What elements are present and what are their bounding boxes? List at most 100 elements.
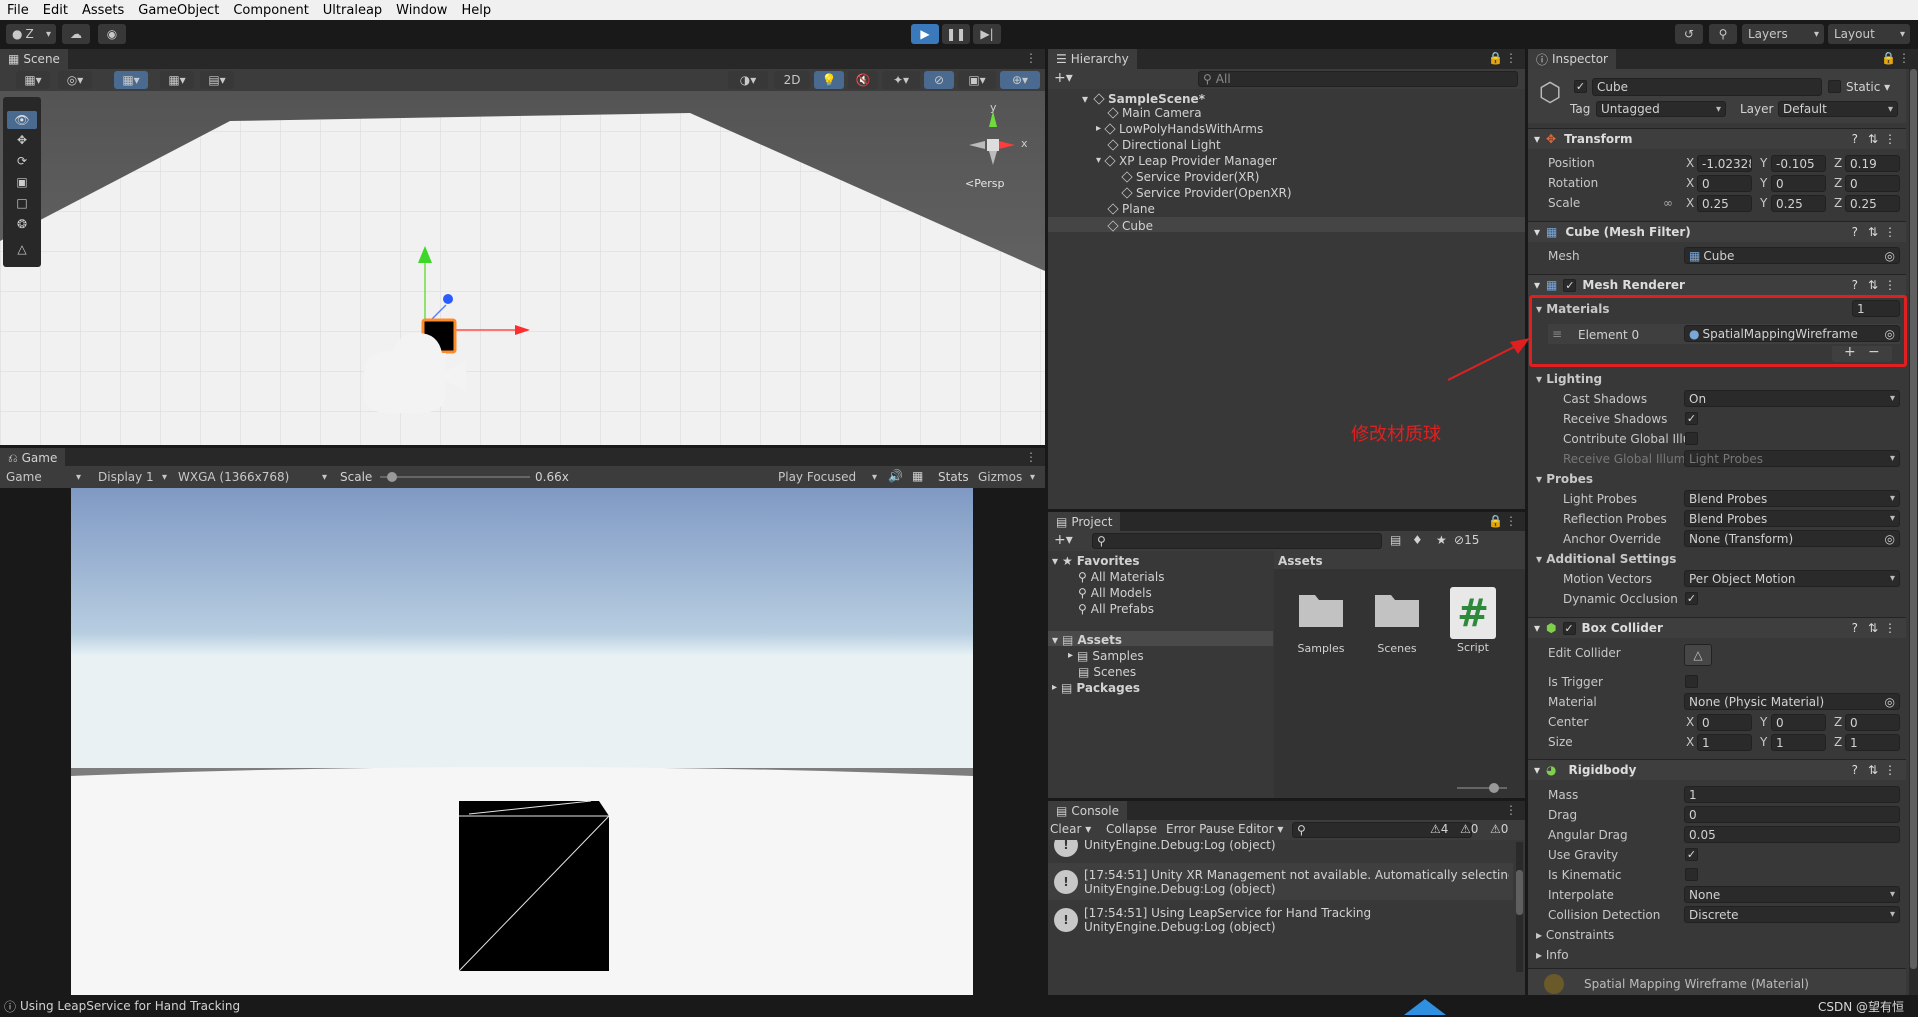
preset-icon[interactable]: ⇅ bbox=[1868, 225, 1878, 239]
help-icon[interactable]: ? bbox=[1852, 132, 1858, 146]
increment-icon[interactable]: ▤▾ bbox=[200, 71, 234, 89]
hierarchy-item[interactable]: Service Provider(OpenXR) bbox=[1121, 186, 1292, 200]
stats-button[interactable]: Stats bbox=[938, 470, 969, 484]
console-entry[interactable]: ! UnityEngine.Debug:Log (object) bbox=[1048, 840, 1513, 863]
menu-gameobject[interactable]: GameObject bbox=[131, 3, 226, 18]
tab-game[interactable]: ⎌ Game bbox=[0, 448, 66, 468]
scale-slider-knob[interactable] bbox=[387, 472, 397, 482]
drag-handle-icon[interactable]: ≡ bbox=[1552, 327, 1562, 341]
grid-item-scenes[interactable]: Scenes bbox=[1370, 589, 1424, 655]
console-entry[interactable]: ! [17:54:51] Unity XR Management not ava… bbox=[1048, 863, 1513, 900]
preset-icon[interactable]: ⇅ bbox=[1868, 621, 1878, 635]
account-dropdown[interactable]: ● Z bbox=[6, 24, 56, 44]
reflection-probes-dropdown[interactable]: Blend Probes bbox=[1684, 510, 1900, 527]
filter-label-icon[interactable]: ♦ bbox=[1412, 533, 1423, 547]
grid-snap-icon[interactable]: ▦▾ bbox=[114, 71, 148, 89]
hierarchy-item[interactable]: Directional Light bbox=[1107, 138, 1221, 152]
add-element-button[interactable]: + bbox=[1844, 344, 1856, 360]
toggle-2d-button[interactable]: 2D bbox=[774, 71, 810, 89]
object-picker-icon[interactable]: ◎ bbox=[1885, 327, 1895, 341]
preset-icon[interactable]: ⇅ bbox=[1868, 763, 1878, 777]
preset-icon[interactable]: ⇅ bbox=[1868, 278, 1878, 292]
asset-subfolder[interactable]: ▤ Scenes bbox=[1078, 665, 1136, 679]
hierarchy-item[interactable]: Service Provider(XR) bbox=[1121, 170, 1260, 184]
remove-element-button[interactable]: − bbox=[1868, 344, 1880, 360]
inspector-scrollbar[interactable] bbox=[1909, 69, 1918, 995]
angular-drag-input[interactable]: 0.05 bbox=[1684, 826, 1900, 843]
icon-size-slider[interactable] bbox=[1457, 783, 1507, 793]
inspector-kebab-icon[interactable]: ⋮ bbox=[1898, 51, 1910, 65]
light-probes-dropdown[interactable]: Blend Probes bbox=[1684, 490, 1900, 507]
help-icon[interactable]: ? bbox=[1852, 225, 1858, 239]
hierarchy-item[interactable]: ▾ XP Leap Provider Manager bbox=[1096, 154, 1277, 168]
mesh-filter-header[interactable]: ▾ ▦ Cube (Mesh Filter) ? ⇅ ⋮ bbox=[1528, 221, 1906, 242]
inspector-lock-icon[interactable]: 🔒 bbox=[1881, 51, 1896, 65]
contribute-gi-checkbox[interactable] bbox=[1685, 432, 1698, 445]
gizmos-icon[interactable]: ⊕▾ bbox=[1000, 71, 1040, 89]
is-trigger-checkbox[interactable] bbox=[1685, 675, 1698, 688]
icon-size-knob[interactable] bbox=[1489, 783, 1499, 793]
history-icon[interactable]: ↺ bbox=[1675, 24, 1703, 44]
tab-hierarchy[interactable]: ☰ Hierarchy bbox=[1048, 49, 1137, 69]
scale-tool-icon[interactable]: ▣ bbox=[7, 173, 37, 191]
lighting-foldout[interactable]: ▾ Lighting bbox=[1536, 372, 1602, 386]
hierarchy-kebab-icon[interactable]: ⋮ bbox=[1505, 51, 1517, 65]
lock-icon[interactable]: 🔒 bbox=[1488, 51, 1503, 65]
anchor-override-field[interactable]: None (Transform) ◎ bbox=[1684, 530, 1900, 547]
preset-icon[interactable]: ⇅ bbox=[1868, 132, 1878, 146]
rotation-x-input[interactable]: 0 bbox=[1697, 175, 1752, 192]
component-menu-icon[interactable]: ⋮ bbox=[1884, 763, 1896, 777]
tag-dropdown[interactable]: Untagged bbox=[1596, 101, 1726, 117]
favorite-item[interactable]: ⚲ All Materials bbox=[1078, 570, 1165, 584]
drag-input[interactable]: 0 bbox=[1684, 806, 1900, 823]
scale-slider[interactable] bbox=[380, 472, 530, 482]
size-y-input[interactable]: 1 bbox=[1771, 734, 1826, 751]
move-tool-icon[interactable]: ✥ bbox=[7, 131, 37, 149]
component-menu-icon[interactable]: ⋮ bbox=[1884, 278, 1896, 292]
rigidbody-header[interactable]: ▾ ◕ Rigidbody ? ⇅ ⋮ bbox=[1528, 759, 1906, 780]
position-z-input[interactable]: 0.19 bbox=[1845, 155, 1900, 172]
error-pause-button[interactable]: Error Pause bbox=[1166, 822, 1234, 836]
pause-button[interactable]: ❚❚ bbox=[942, 24, 970, 44]
center-y-input[interactable]: 0 bbox=[1771, 714, 1826, 731]
object-picker-icon[interactable]: ◎ bbox=[1885, 695, 1895, 709]
console-entry[interactable]: ! [17:54:51] Using LeapService for Hand … bbox=[1048, 901, 1513, 938]
stats-grid-icon[interactable]: ▦ bbox=[912, 469, 923, 483]
center-z-input[interactable]: 0 bbox=[1845, 714, 1900, 731]
active-checkbox[interactable]: ✓ bbox=[1574, 80, 1587, 93]
collider-material-field[interactable]: None (Physic Material) ◎ bbox=[1684, 693, 1900, 710]
custom-tool-icon[interactable]: △ bbox=[7, 240, 37, 258]
hidden-objects-icon[interactable]: ⊘ bbox=[924, 71, 954, 89]
persp-label[interactable]: <Persp bbox=[965, 177, 1004, 190]
star-icon[interactable]: ★ bbox=[1436, 533, 1447, 547]
transform-header[interactable]: ▾ ✥ Transform ? ⇅ ⋮ bbox=[1528, 128, 1906, 149]
is-kinematic-checkbox[interactable] bbox=[1685, 868, 1698, 881]
static-dropdown[interactable]: Static ▾ bbox=[1846, 80, 1890, 94]
tab-scene[interactable]: ▦ Scene bbox=[0, 49, 68, 69]
mass-input[interactable]: 1 bbox=[1684, 786, 1900, 803]
log-count[interactable]: ⚠4 bbox=[1430, 822, 1448, 836]
resolution-dropdown[interactable]: WXGA (1366x768) bbox=[172, 467, 332, 487]
cloud-icon[interactable]: ☁ bbox=[62, 24, 90, 44]
component-menu-icon[interactable]: ⋮ bbox=[1884, 132, 1896, 146]
scale-y-input[interactable]: 0.25 bbox=[1771, 195, 1826, 212]
collab-icon[interactable]: ◉ bbox=[98, 24, 126, 44]
effects-icon[interactable]: ✦▾ bbox=[882, 71, 920, 89]
rotation-y-input[interactable]: 0 bbox=[1771, 175, 1826, 192]
draw-mode-icon[interactable]: ▦▾ bbox=[16, 71, 50, 89]
link-icon[interactable]: ∞ bbox=[1663, 196, 1673, 210]
object-picker-icon[interactable]: ◎ bbox=[1885, 532, 1895, 546]
project-kebab-icon[interactable]: ⋮ bbox=[1505, 514, 1517, 528]
additional-settings-foldout[interactable]: ▾ Additional Settings bbox=[1536, 552, 1676, 566]
object-picker-icon[interactable]: ◎ bbox=[1885, 249, 1895, 263]
tab-console[interactable]: ▤ Console bbox=[1048, 801, 1127, 821]
view-tool-icon[interactable]: 👁 bbox=[7, 111, 37, 129]
grid-item-samples[interactable]: Samples bbox=[1294, 589, 1348, 655]
search-icon[interactable]: ⚲ bbox=[1709, 24, 1737, 44]
console-scrollbar[interactable] bbox=[1516, 842, 1523, 972]
dynamic-occlusion-checkbox[interactable]: ✓ bbox=[1685, 592, 1698, 605]
project-search-input[interactable]: ⚲ bbox=[1092, 533, 1382, 549]
clear-button[interactable]: Clear ▾ bbox=[1050, 822, 1091, 836]
scale-x-input[interactable]: 0.25 bbox=[1697, 195, 1752, 212]
shading-icon[interactable]: ◑▾ bbox=[728, 71, 768, 89]
